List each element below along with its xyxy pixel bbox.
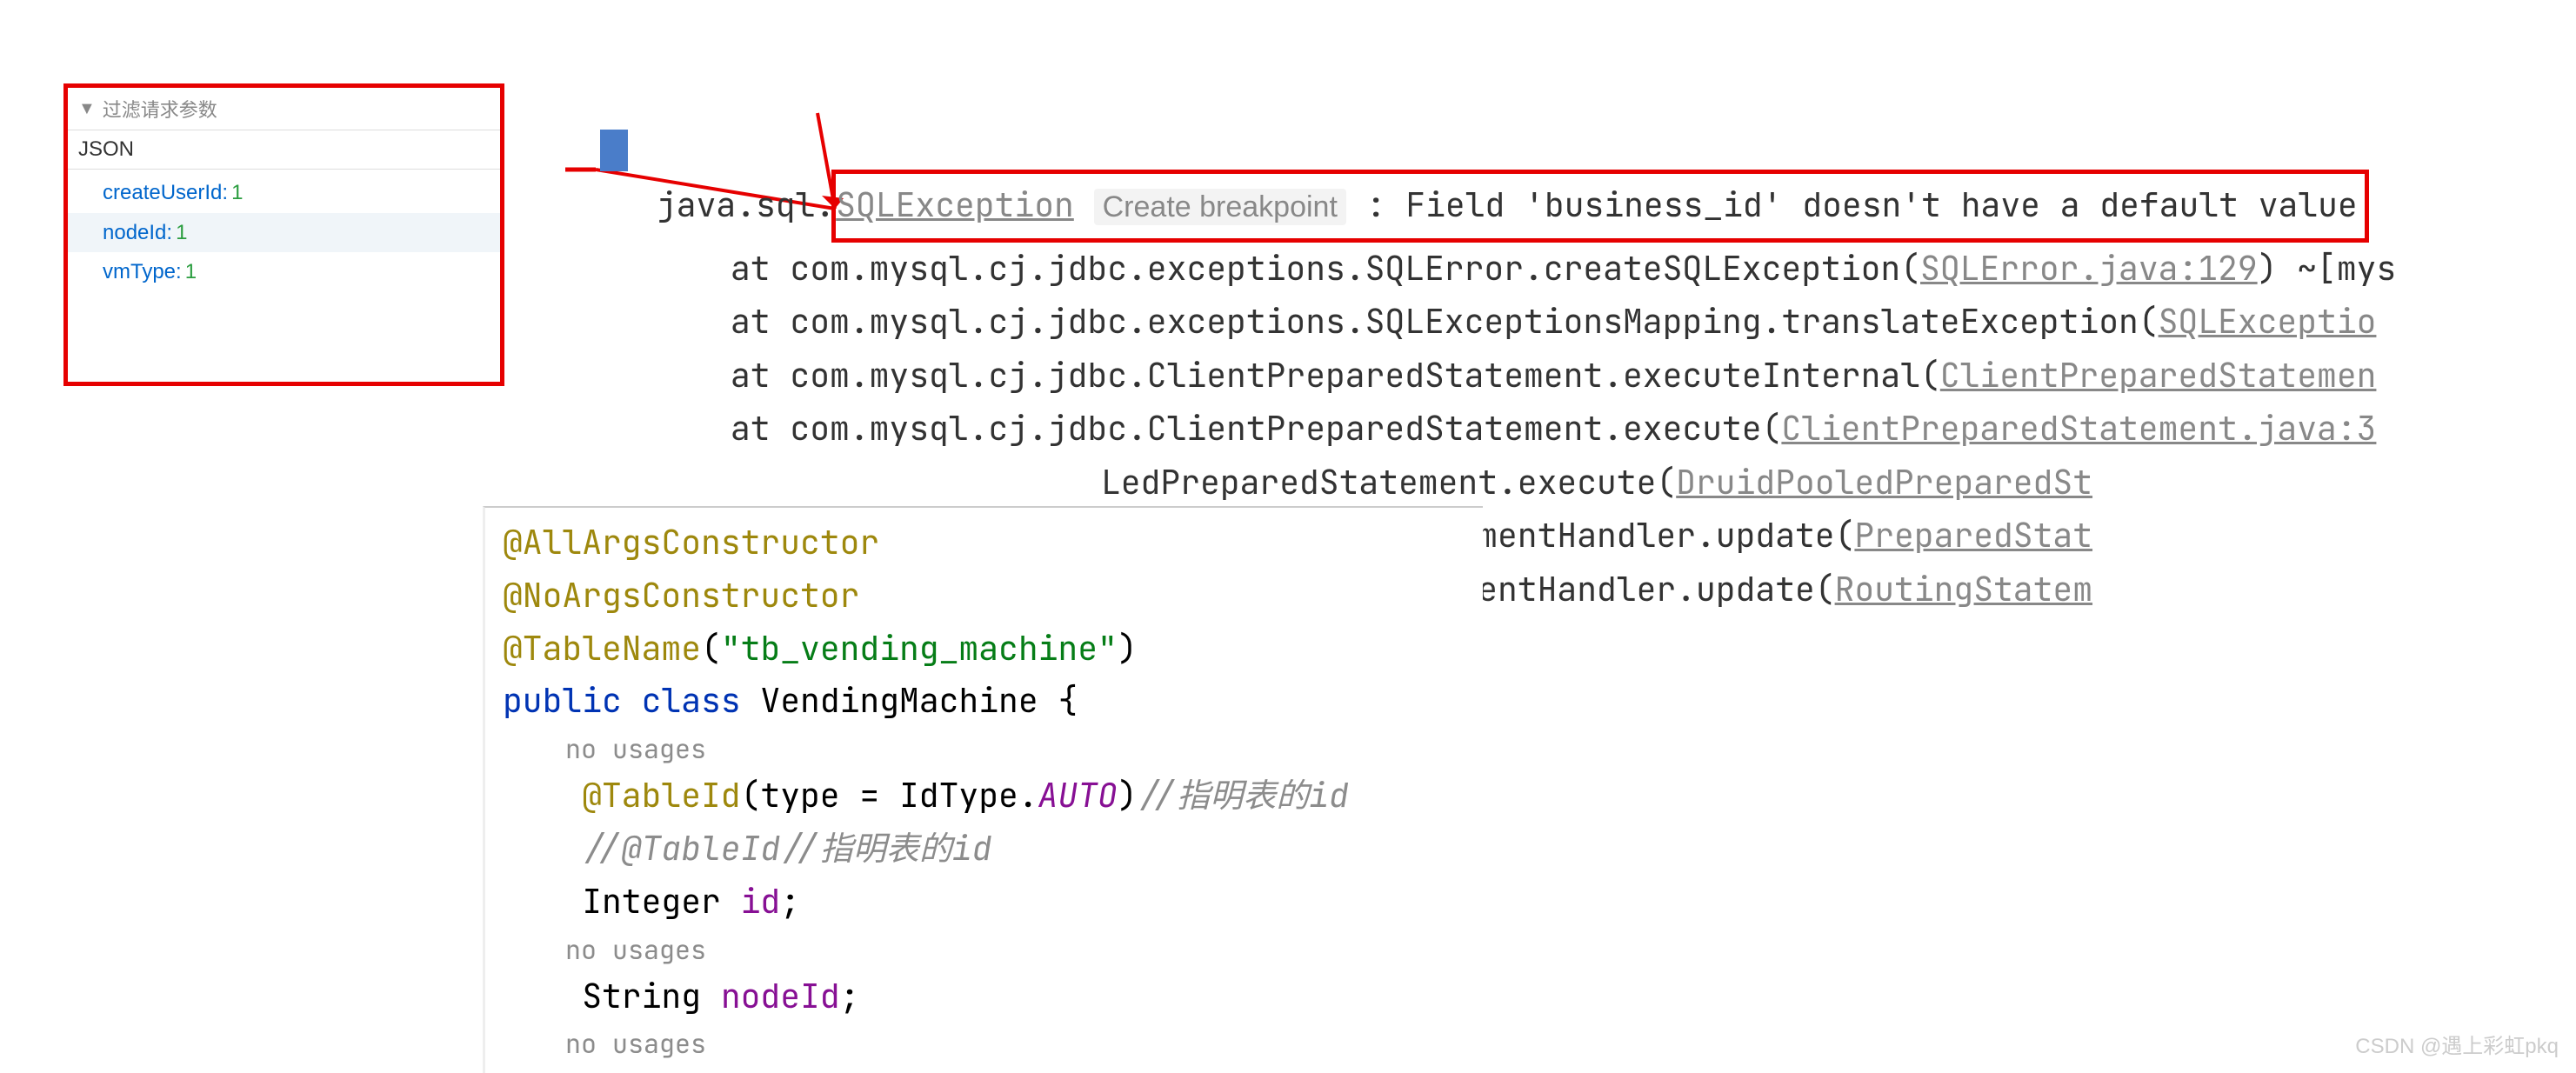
source-link[interactable]: ClientPreparedStatemen — [1940, 354, 2377, 397]
code-line: String nodeId; — [503, 970, 1465, 1023]
json-key: vmType: — [103, 257, 182, 287]
code-line: @TableId(type = IdType.AUTO)//指明表的id — [503, 770, 1465, 823]
code-line: Integer id; — [503, 876, 1465, 929]
stacktrace-line: at com.mysql.cj.jdbc.ClientPreparedState… — [731, 350, 2576, 403]
code-line: @TableName("tb_vending_machine") — [503, 623, 1465, 676]
code-line: public class VendingMachine { — [503, 675, 1465, 728]
usage-hint: no usages — [503, 1023, 1465, 1064]
json-value: 1 — [231, 178, 243, 208]
usage-hint: no usages — [503, 929, 1465, 970]
filter-placeholder[interactable]: 过滤请求参数 — [103, 95, 217, 123]
code-line: @AllArgsConstructor — [503, 517, 1465, 570]
source-link[interactable]: SQLError.java:129 — [1920, 247, 2258, 290]
json-item[interactable]: vmType: 1 — [68, 252, 500, 292]
source-link[interactable]: DruidPooledPreparedSt — [1676, 461, 2092, 504]
stacktrace: at com.mysql.cj.jdbc.exceptions.SQLError… — [539, 243, 2576, 457]
json-value: 1 — [176, 218, 187, 248]
source-link[interactable]: PreparedStat — [1854, 514, 2092, 557]
json-item[interactable]: nodeId: 1 — [68, 213, 500, 253]
json-key: createUserId: — [103, 178, 228, 208]
code-line: @NoArgsConstructor — [503, 570, 1465, 623]
watermark: CSDN @遇上彩虹pkq — [2355, 1029, 2559, 1059]
filter-icon: ▼ — [78, 99, 96, 119]
stacktrace-line: LedPreparedStatement.execute(DruidPooled… — [1101, 457, 2576, 510]
source-link[interactable]: ClientPreparedStatement.java:3 — [1781, 407, 2376, 450]
usage-hint: no usages — [503, 728, 1465, 770]
json-items-list: createUserId: 1 nodeId: 1 vmType: 1 — [68, 170, 500, 296]
stacktrace-line: at com.mysql.cj.jdbc.exceptions.SQLError… — [731, 243, 2576, 297]
code-editor[interactable]: @AllArgsConstructor @NoArgsConstructor @… — [483, 506, 1483, 1073]
create-breakpoint-button[interactable]: Create breakpoint — [1094, 189, 1346, 225]
json-section-header: JSON — [68, 130, 500, 170]
json-item[interactable]: createUserId: 1 — [68, 173, 500, 213]
stacktrace-line: at com.mysql.cj.jdbc.exceptions.SQLExcep… — [731, 296, 2576, 350]
exception-line: java.sql.SQLException Create breakpoint … — [539, 170, 2576, 243]
json-value: 1 — [185, 257, 197, 287]
exception-class-link[interactable]: SQLException — [836, 183, 1074, 227]
stacktrace-line: at com.mysql.cj.jdbc.ClientPreparedState… — [731, 403, 2576, 457]
exception-message: : Field 'business_id' doesn't have a def… — [1366, 183, 2358, 227]
exception-prefix: java.sql. — [657, 183, 835, 227]
source-link[interactable]: SQLExceptio — [2159, 300, 2377, 343]
source-link[interactable]: RoutingStatem — [1835, 568, 2092, 611]
json-filter-bar: ▼ 过滤请求参数 — [68, 88, 500, 130]
code-line: //@TableId//指明表的id — [503, 823, 1465, 876]
json-filter-panel: ▼ 过滤请求参数 JSON createUserId: 1 nodeId: 1 … — [63, 83, 504, 386]
json-key: nodeId: — [103, 218, 172, 248]
code-content[interactable]: @AllArgsConstructor @NoArgsConstructor @… — [485, 508, 1483, 1073]
